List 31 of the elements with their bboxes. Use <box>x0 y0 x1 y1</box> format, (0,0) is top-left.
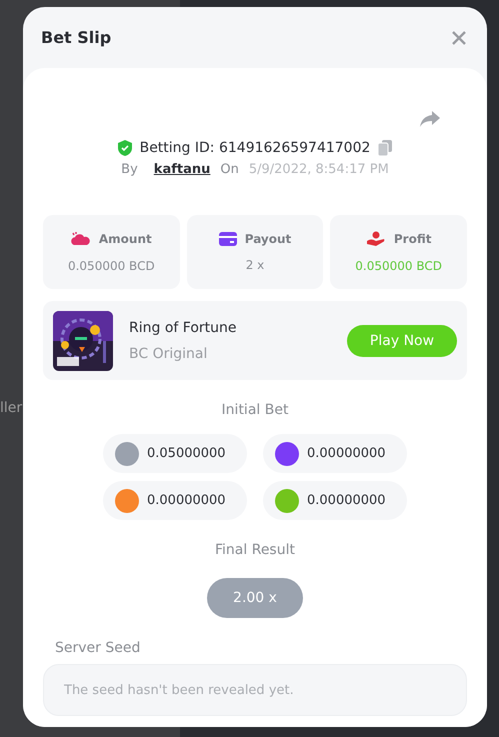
bet-date: 5/9/2022, 8:54:17 PM <box>248 162 389 177</box>
bet-amount: 0.00000000 <box>307 446 386 461</box>
close-icon[interactable] <box>451 30 467 46</box>
background-text: ller <box>0 400 22 416</box>
result-badge: 2.00 x <box>207 578 303 618</box>
bet-amount: 0.00000000 <box>307 493 386 508</box>
stat-value: 0.050000 BCD <box>355 259 442 273</box>
field-label: Server Seed <box>55 640 142 656</box>
stat-label: Profit <box>394 232 432 246</box>
stat-label: Payout <box>244 232 292 246</box>
shield-check-icon <box>118 140 132 156</box>
bet-amount: 0.00000000 <box>147 493 226 508</box>
copy-icon[interactable] <box>378 140 392 156</box>
share-icon[interactable] <box>419 110 441 128</box>
clouds-icon <box>70 231 91 247</box>
username-link[interactable]: kaftanu <box>154 162 210 177</box>
stat-label: Amount <box>98 232 152 246</box>
stat-value: 0.050000 BCD <box>68 259 155 273</box>
server-seed-field[interactable]: The seed hasn't been revealed yet. <box>43 664 467 716</box>
hand-coin-icon <box>366 231 386 247</box>
betting-id: Betting ID: 61491626597417002 <box>140 140 370 156</box>
section-title: Initial Bet <box>220 402 290 418</box>
on-label: On <box>220 162 239 177</box>
bet-amount: 0.05000000 <box>147 446 226 461</box>
game-provider: BC Original <box>129 346 208 362</box>
modal-title: Bet Slip <box>41 28 112 47</box>
stat-value: 2 x <box>246 258 264 272</box>
card-icon <box>218 232 237 246</box>
section-title: Final Result <box>214 542 296 558</box>
game-title: Ring of Fortune <box>129 320 238 336</box>
by-label: By <box>121 162 138 177</box>
